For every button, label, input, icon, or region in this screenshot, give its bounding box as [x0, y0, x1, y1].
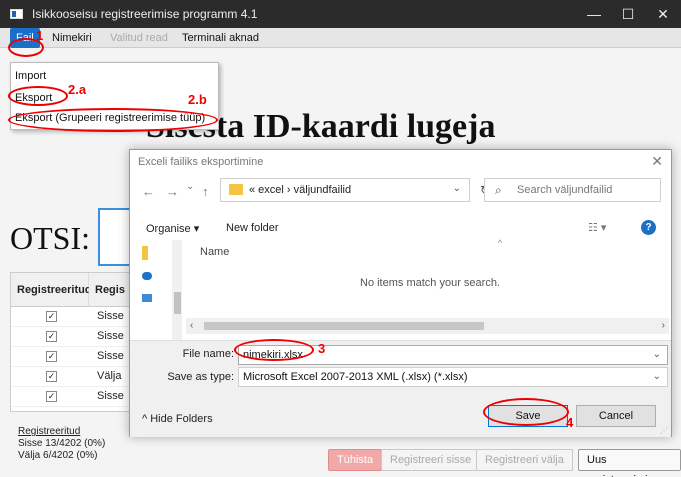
col-header-registreeritud[interactable]: Registreeritud — [11, 273, 92, 307]
scroll-thumb[interactable] — [174, 292, 181, 314]
menu-terminali-aknad[interactable]: Terminali aknad — [176, 28, 265, 48]
registered-checkbox[interactable]: ✓ — [46, 331, 57, 342]
chevron-down-icon[interactable]: ⌄ — [453, 183, 461, 194]
registered-checkbox[interactable]: ✓ — [46, 311, 57, 322]
close-button[interactable]: ✕ — [643, 0, 681, 28]
navigation-pane — [134, 240, 182, 340]
history-chevron-icon[interactable]: ⌄ — [186, 181, 194, 192]
column-header-name[interactable]: Name — [200, 246, 229, 258]
annotation-number-4: 4 — [566, 415, 574, 430]
empty-message: No items match your search. — [360, 277, 500, 289]
status-cell: Sisse — [97, 350, 124, 362]
chevron-down-icon[interactable]: ⌄ — [653, 371, 661, 382]
dialog-lower-panel: File name: nimekiri.xlsx ⌄ Save as type:… — [130, 340, 671, 437]
scroll-right-icon[interactable]: › — [662, 320, 665, 331]
annotation-number-2a: 2.a — [68, 82, 87, 97]
dialog-close-icon[interactable]: ✕ — [651, 153, 663, 170]
app-icon — [10, 9, 23, 19]
table-row[interactable]: ✓ Sisse — [11, 347, 139, 367]
hide-folders-button[interactable]: ^ Hide Folders — [142, 413, 213, 425]
scroll-thumb[interactable] — [204, 322, 484, 330]
search-placeholder: Search väljundfailid — [517, 184, 613, 196]
cancel-button[interactable]: Cancel — [576, 405, 656, 427]
menu-valitud-read[interactable]: Valitud read — [104, 28, 174, 48]
save-type-select[interactable]: Microsoft Excel 2007-2013 XML (.xlsx) (*… — [238, 367, 668, 387]
save-type-label: Save as type: — [167, 371, 234, 383]
table-row[interactable]: ✓ Sisse — [11, 307, 139, 327]
table-row[interactable]: ✓ Välja — [11, 367, 139, 387]
forward-arrow-icon[interactable]: → — [166, 184, 179, 199]
folder-icon — [229, 184, 243, 195]
file-name-label: File name: — [182, 348, 234, 360]
registered-checkbox[interactable]: ✓ — [46, 351, 57, 362]
menubar: Fail Nimekiri Valitud read Terminali akn… — [0, 28, 681, 48]
sort-arrow-icon: ^ — [498, 238, 503, 248]
cancel-registration-button[interactable]: Tühista — [328, 449, 383, 471]
table-row[interactable]: ✓ Sisse — [11, 387, 139, 407]
computer-icon[interactable] — [142, 294, 152, 302]
status-cell: Välja — [97, 370, 122, 382]
annotation-number-3: 3 — [318, 341, 326, 356]
registration-stats: Registreeritud Sisse 13/4202 (0%) Välja … — [18, 426, 105, 462]
status-cell: Sisse — [97, 330, 124, 342]
menu-nimekiri[interactable]: Nimekiri — [46, 28, 98, 48]
window-titlebar: Isikkooseisu registreerimise programm 4.… — [0, 0, 681, 28]
status-cell: Sisse — [97, 310, 124, 322]
annotation-circle-eksport-grouped — [8, 108, 218, 132]
search-icon: ⌕ — [495, 183, 502, 197]
save-type-value: Microsoft Excel 2007-2013 XML (.xlsx) (*… — [243, 371, 468, 383]
chevron-down-icon[interactable]: ⌄ — [653, 349, 661, 360]
annotation-circle-save — [483, 398, 569, 426]
register-out-button[interactable]: Registreeri välja — [476, 449, 573, 471]
registrations-table: Registreeritud Regis ✓ Sisse ✓ Sisse ✓ S… — [10, 272, 139, 412]
annotation-number-1: 1 — [36, 28, 44, 43]
window-title: Isikkooseisu registreerimise programm 4.… — [32, 7, 258, 21]
help-icon[interactable]: ? — [641, 220, 656, 235]
annotation-circle-eksport — [8, 86, 68, 106]
stats-sisse: Sisse 13/4202 (0%) — [18, 438, 106, 449]
address-bar[interactable]: « excel › väljundfailid ⌄ — [220, 178, 470, 202]
new-folder-button[interactable]: New folder — [226, 222, 279, 234]
registered-checkbox[interactable]: ✓ — [46, 371, 57, 382]
status-cell: Sisse — [97, 390, 124, 402]
registered-checkbox[interactable]: ✓ — [46, 391, 57, 402]
register-in-button[interactable]: Registreeri sisse — [381, 449, 481, 471]
up-arrow-icon[interactable]: ↑ — [202, 184, 209, 199]
annotation-circle-filename — [234, 339, 314, 361]
menu-item-import[interactable]: Import — [15, 67, 46, 85]
search-label: OTSI: — [10, 220, 90, 256]
navigation-scrollbar[interactable] — [172, 240, 182, 340]
dialog-title: Exceli failiks eksportimine — [138, 156, 264, 168]
folder-search-box[interactable]: ⌕ Search väljundfailid — [484, 178, 661, 202]
stats-title[interactable]: Registreeritud — [18, 426, 105, 438]
export-dialog: Exceli failiks eksportimine ✕ ← → ⌄ ↑ « … — [129, 149, 672, 437]
breadcrumb[interactable]: « excel › väljundfailid — [249, 184, 351, 196]
annotation-number-2b: 2.b — [188, 92, 207, 107]
view-options-icon[interactable]: ☷ ▾ — [588, 221, 606, 234]
maximize-button[interactable]: ☐ — [608, 0, 648, 28]
back-arrow-icon[interactable]: ← — [142, 184, 155, 199]
new-registration-button[interactable]: Uus registreerimine — [578, 449, 681, 477]
organise-button[interactable]: Organise ▾ — [146, 222, 199, 235]
folder-icon[interactable] — [142, 246, 148, 260]
scroll-left-icon[interactable]: ‹ — [190, 320, 193, 331]
stats-valja: Välja 6/4202 (0%) — [18, 450, 98, 461]
table-row[interactable]: ✓ Sisse — [11, 327, 139, 347]
resize-grip-icon[interactable]: ⋰ — [660, 426, 668, 435]
file-list-hscrollbar[interactable]: ‹ › — [186, 318, 669, 334]
cloud-icon[interactable] — [142, 272, 152, 280]
